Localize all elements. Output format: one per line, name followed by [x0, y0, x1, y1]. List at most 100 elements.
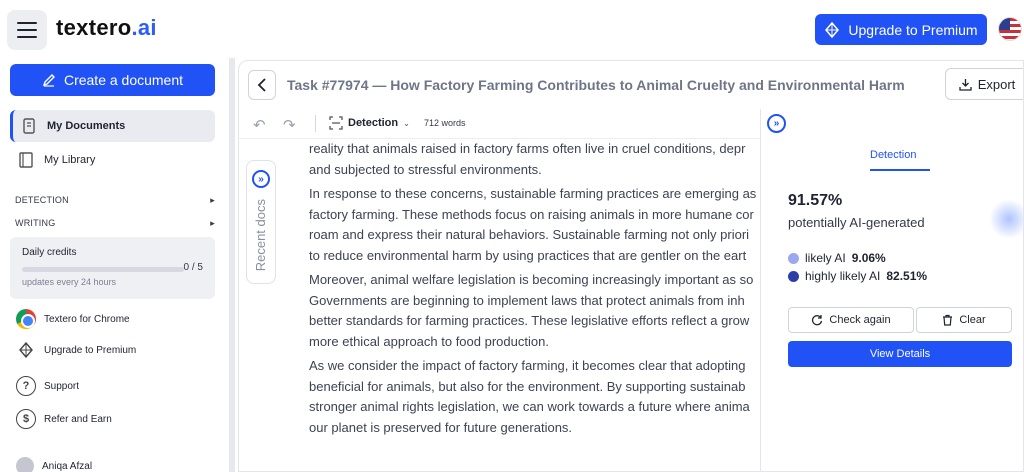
library-icon: [18, 152, 34, 168]
text-line: to reduce environmental harm by using pr…: [309, 247, 747, 263]
link-refer-earn[interactable]: $ Refer and Earn: [16, 409, 112, 429]
hamburger-menu-button[interactable]: [7, 10, 47, 50]
link-upgrade-premium[interactable]: Upgrade to Premium: [16, 342, 136, 358]
credits-note: updates every 24 hours: [22, 277, 117, 287]
paragraph: reality that animals raised in factory f…: [309, 139, 761, 180]
logo[interactable]: textero.ai: [56, 15, 157, 41]
chevron-down-icon: ⌄: [403, 118, 410, 128]
sidebar-scrollbar[interactable]: [229, 58, 235, 472]
recent-docs-tab[interactable]: » Recent docs: [246, 160, 276, 284]
section-label: WRITING: [15, 218, 56, 228]
clear-label: Clear: [959, 314, 986, 326]
paragraph: Moreover, animal welfare legislation is …: [309, 270, 761, 352]
check-again-button[interactable]: Check again: [788, 307, 914, 333]
text-line: stronger animal rights legislation, we c…: [309, 399, 750, 414]
text-line: factory farming. These methods focus on …: [309, 206, 754, 222]
legend-likely-ai: likely AI 9.06%: [788, 251, 886, 265]
paragraph: In response to these concerns, sustainab…: [309, 184, 761, 266]
word-count: 712 words: [424, 118, 466, 128]
section-detection[interactable]: DETECTION ▸: [15, 195, 215, 206]
editor-toolbar: ↶ ↷ Detection ⌄ 712 words: [239, 109, 761, 139]
dollar-icon: $: [16, 409, 36, 429]
sidebar-item-label: My Documents: [47, 120, 126, 132]
link-support[interactable]: ? Support: [16, 376, 79, 396]
redo-icon[interactable]: ↷: [283, 116, 296, 134]
undo-icon[interactable]: ↶: [253, 116, 266, 134]
chrome-icon: [16, 309, 36, 329]
mode-dropdown[interactable]: Detection ⌄: [329, 116, 410, 130]
text-line: In response to these concerns, sustainab…: [309, 186, 757, 201]
user-profile[interactable]: Aniqa Afzal: [16, 457, 92, 472]
view-details-button[interactable]: View Details: [788, 341, 1012, 367]
link-label: Upgrade to Premium: [44, 344, 137, 356]
text-line: As we consider the impact of factory far…: [309, 358, 746, 373]
trash-icon: [943, 314, 953, 326]
double-chevron-right-icon[interactable]: »: [767, 114, 786, 133]
avatar: [16, 457, 34, 472]
menu-icon-bar: [17, 29, 37, 31]
create-document-button[interactable]: Create a document: [10, 64, 215, 96]
tab-detection[interactable]: Detection: [870, 149, 916, 161]
text-line: roam and express their natural behaviors…: [309, 227, 750, 242]
section-writing[interactable]: WRITING ▸: [15, 218, 215, 229]
link-label: Refer and Earn: [44, 413, 112, 425]
document-editor[interactable]: reality that animals raised in factory f…: [309, 139, 761, 471]
export-label: Export: [977, 76, 1016, 92]
text-line: more ethical approach to food production…: [309, 333, 549, 349]
detection-panel: » Detection 91.57% potentially AI-genera…: [760, 109, 1023, 471]
task-title: Task #77974 — How Factory Farming Contri…: [287, 77, 905, 93]
legend-highly-likely-ai: highly likely AI 82.51%: [788, 269, 927, 283]
section-label: DETECTION: [15, 195, 69, 205]
upgrade-premium-button[interactable]: Upgrade to Premium: [815, 14, 987, 45]
user-name: Aniqa Afzal: [42, 460, 93, 472]
recent-docs-label: Recent docs: [253, 199, 268, 272]
legend-value: 82.51%: [886, 269, 928, 283]
export-button[interactable]: Export: [945, 68, 1023, 100]
text-line: our planet is preserved for future gener…: [309, 419, 573, 435]
sidebar-item-label: My Library: [44, 154, 96, 166]
link-textero-chrome[interactable]: Textero for Chrome: [16, 309, 130, 329]
toolbar-divider: [315, 115, 316, 132]
scan-icon: [329, 116, 343, 130]
create-document-label: Create a document: [63, 72, 184, 88]
text-line: Governments are beginning to implement l…: [309, 292, 745, 308]
text-line: better standards for farming practices. …: [309, 313, 750, 328]
download-icon: [959, 78, 972, 91]
legend-dot: [788, 252, 799, 264]
text-line: and subjected to stressful environments.: [309, 161, 542, 177]
ai-score: 91.57%: [788, 192, 843, 209]
question-icon: ?: [16, 376, 36, 396]
legend-label: highly likely AI: [805, 269, 881, 283]
text-line: beneficial for animals, but also for the…: [309, 378, 746, 394]
logo-main: textero: [56, 15, 132, 40]
document-workspace: Task #77974 — How Factory Farming Contri…: [238, 60, 1024, 472]
double-chevron-right-icon: »: [252, 170, 270, 188]
document-icon: [21, 118, 37, 134]
menu-icon-bar: [17, 22, 37, 24]
us-flag-icon[interactable]: [998, 17, 1022, 41]
paragraph: As we consider the impact of factory far…: [309, 356, 761, 438]
text-line: reality that animals raised in factory f…: [309, 141, 746, 156]
diamond-icon: [825, 21, 840, 38]
sidebar: Create a document My Documents My Librar…: [0, 58, 228, 472]
top-header: textero.ai Upgrade to Premium: [0, 0, 1024, 58]
sidebar-item-my-documents[interactable]: My Documents: [10, 110, 215, 142]
text-line: Moreover, animal welfare legislation is …: [309, 272, 754, 287]
legend-label: likely AI: [805, 251, 846, 265]
chevron-left-icon: [257, 78, 266, 92]
ai-score-label: potentially AI-generated: [788, 215, 925, 230]
credits-label: Daily credits: [22, 247, 77, 258]
credits-progress-bar: [22, 267, 184, 272]
legend-value: 9.06%: [851, 251, 886, 265]
daily-credits-card: Daily credits 0 / 5 updates every 24 hou…: [10, 237, 215, 299]
decorative-glow: [989, 199, 1023, 239]
refresh-icon: [812, 315, 823, 326]
view-details-label: View Details: [869, 348, 931, 360]
sidebar-item-my-library[interactable]: My Library: [10, 144, 215, 176]
upgrade-premium-label: Upgrade to Premium: [848, 21, 978, 38]
tab-active-indicator: [870, 169, 930, 171]
logo-suffix: .ai: [131, 15, 157, 40]
back-button[interactable]: [248, 70, 276, 100]
clear-button[interactable]: Clear: [916, 307, 1012, 333]
credits-count: 0 / 5: [183, 262, 203, 273]
